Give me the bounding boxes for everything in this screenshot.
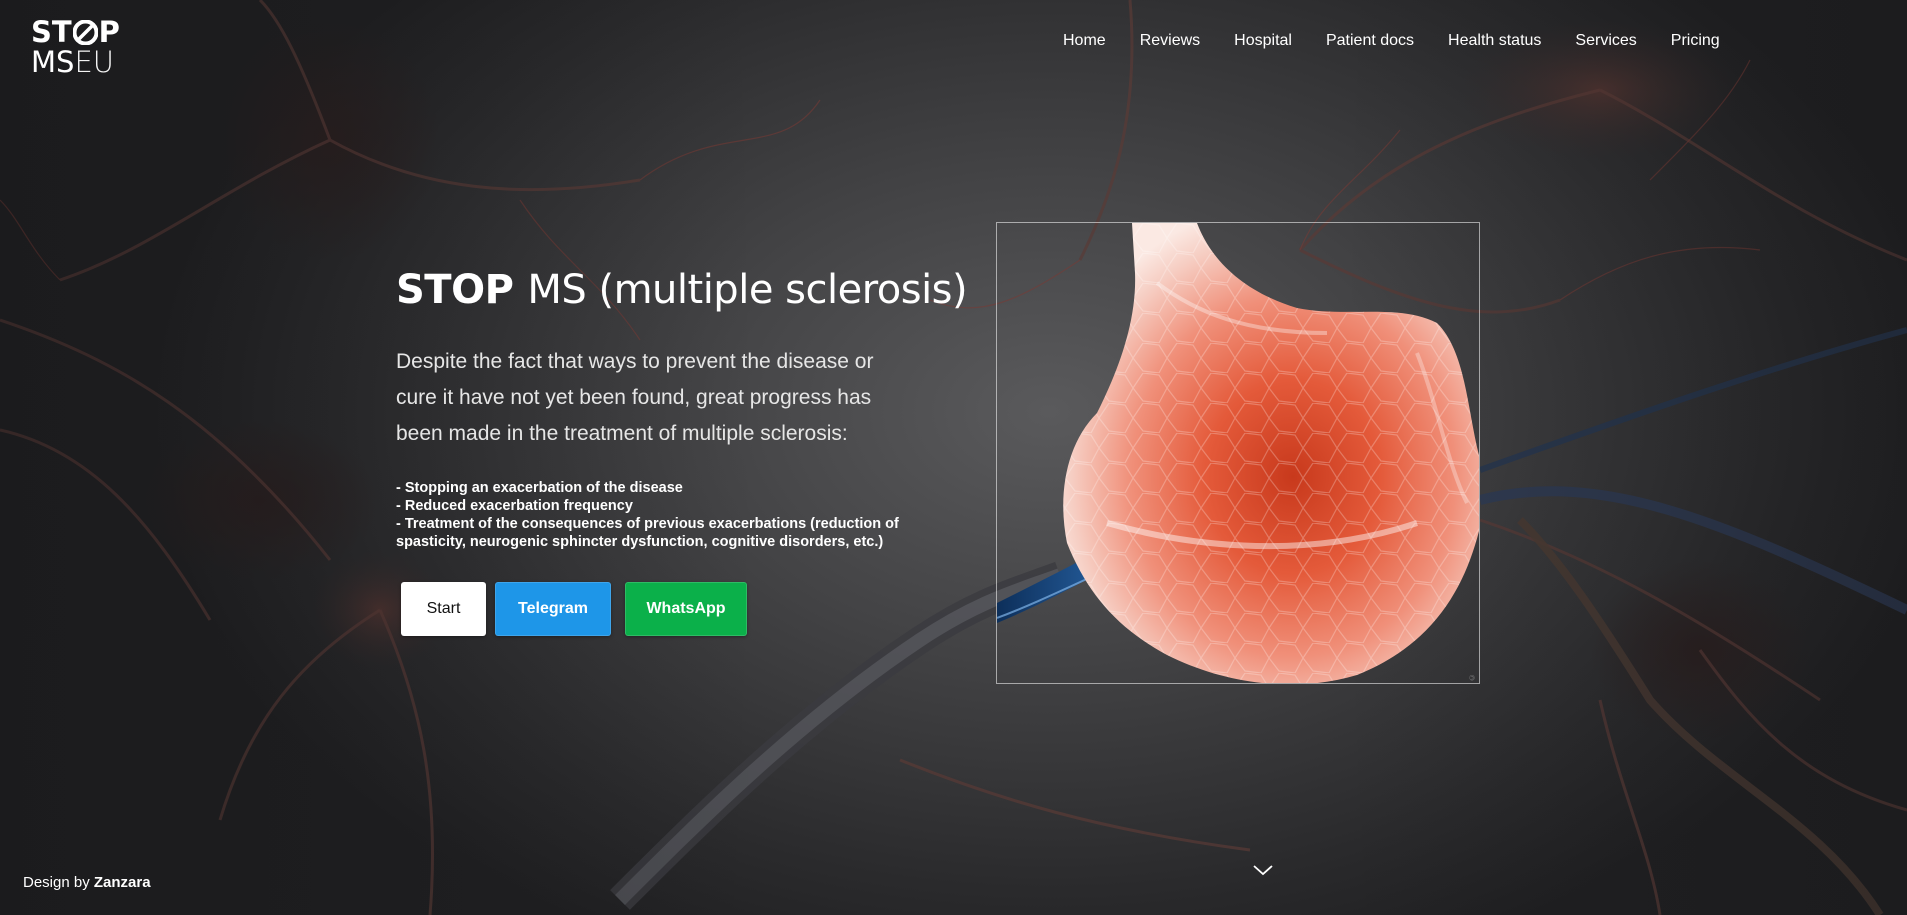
nav-item-patient-docs[interactable]: Patient docs — [1326, 32, 1414, 50]
telegram-button[interactable]: Telegram — [495, 582, 611, 636]
image-watermark: © — [1468, 673, 1476, 681]
logo-ms-text: MS — [31, 45, 75, 79]
logo-eu-text: EU — [74, 45, 114, 79]
chevron-down-icon[interactable] — [1252, 862, 1274, 878]
whatsapp-button[interactable]: WhatsApp — [625, 582, 747, 636]
hero-title: STOP MS (multiple sclerosis) — [396, 267, 968, 313]
hero-description: Despite the fact that ways to prevent th… — [396, 350, 874, 445]
nav-item-reviews[interactable]: Reviews — [1140, 32, 1200, 50]
nav-item-home[interactable]: Home — [1063, 32, 1106, 50]
nav-item-pricing[interactable]: Pricing — [1671, 32, 1720, 50]
design-credit: Design by Zanzara — [23, 874, 151, 891]
neuron-cell-image — [997, 223, 1479, 683]
list-item: - Stopping an exacerbation of the diseas… — [396, 480, 683, 496]
list-item: - Treatment of the consequences of previ… — [396, 516, 899, 550]
logo-mseu-line: MS EU — [31, 48, 120, 77]
nav-item-hospital[interactable]: Hospital — [1234, 32, 1292, 50]
main-nav: Home Reviews Hospital Patient docs Healt… — [1063, 32, 1720, 50]
credit-author-link[interactable]: Zanzara — [94, 874, 151, 891]
logo-stop-prefix: ST — [31, 15, 72, 49]
list-item: - Reduced exacerbation frequency — [396, 498, 633, 514]
background-shade — [0, 0, 1907, 915]
start-button[interactable]: Start — [401, 582, 486, 636]
treatment-points-list: - Stopping an exacerbation of the diseas… — [396, 479, 916, 551]
site-logo[interactable]: ST P MS EU — [31, 18, 120, 77]
hero-title-strong: STOP — [396, 267, 514, 313]
cta-buttons: Start Telegram WhatsApp — [401, 582, 747, 636]
hero-title-rest: MS (multiple sclerosis) — [527, 267, 968, 313]
nav-item-health-status[interactable]: Health status — [1448, 32, 1541, 50]
logo-stop-line: ST P — [31, 18, 120, 47]
stop-sign-o-icon — [72, 19, 99, 46]
credit-prefix: Design by — [23, 874, 90, 891]
neuron-illustration-frame: © — [996, 222, 1480, 684]
hero-page: ST P MS EU Home Reviews Hospital Patient… — [0, 0, 1907, 915]
logo-stop-suffix: P — [98, 15, 120, 49]
nav-item-services[interactable]: Services — [1575, 32, 1636, 50]
